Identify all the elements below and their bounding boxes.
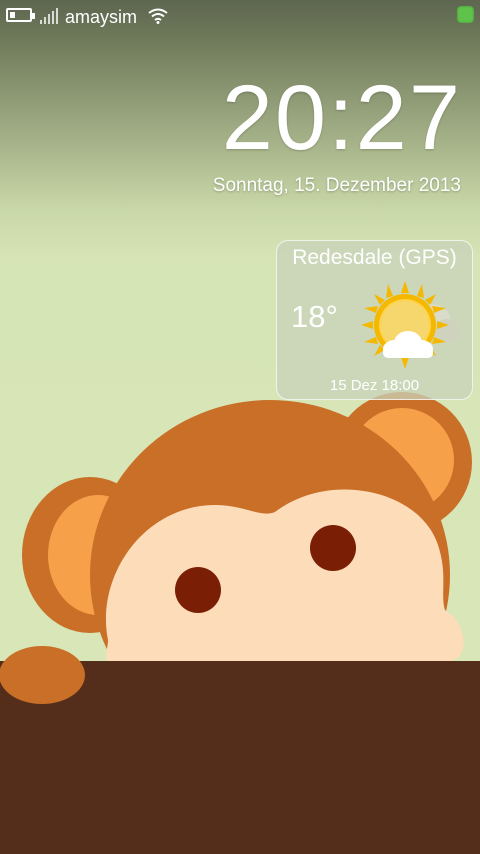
weather-widget[interactable]: Redesdale (GPS) 18° 15 Dez 18:00 xyxy=(276,240,473,400)
signal-icon xyxy=(40,8,58,24)
battery-icon xyxy=(6,8,35,22)
monkey-eye-left xyxy=(175,567,221,613)
weather-updated-time: 15 Dez 18:00 xyxy=(329,377,420,394)
status-bar[interactable]: amaysim xyxy=(0,0,480,34)
lock-date: Sonntag, 15. Dezember 2013 xyxy=(212,175,461,196)
weather-temperature: 18° xyxy=(291,299,338,334)
lock-clock: 20:27 xyxy=(221,67,462,169)
carrier-name: amaysim xyxy=(65,7,138,27)
notification-icon[interactable] xyxy=(457,6,474,23)
partly-cloudy-icon xyxy=(361,281,461,369)
wifi-icon xyxy=(148,8,168,24)
lock-screen: amaysim 20:27 Sonntag, 15. Dezember 2013… xyxy=(0,0,480,854)
monkey-hand xyxy=(0,646,85,704)
monkey-eye-right xyxy=(310,525,356,571)
weather-location: Redesdale (GPS) xyxy=(292,246,457,269)
